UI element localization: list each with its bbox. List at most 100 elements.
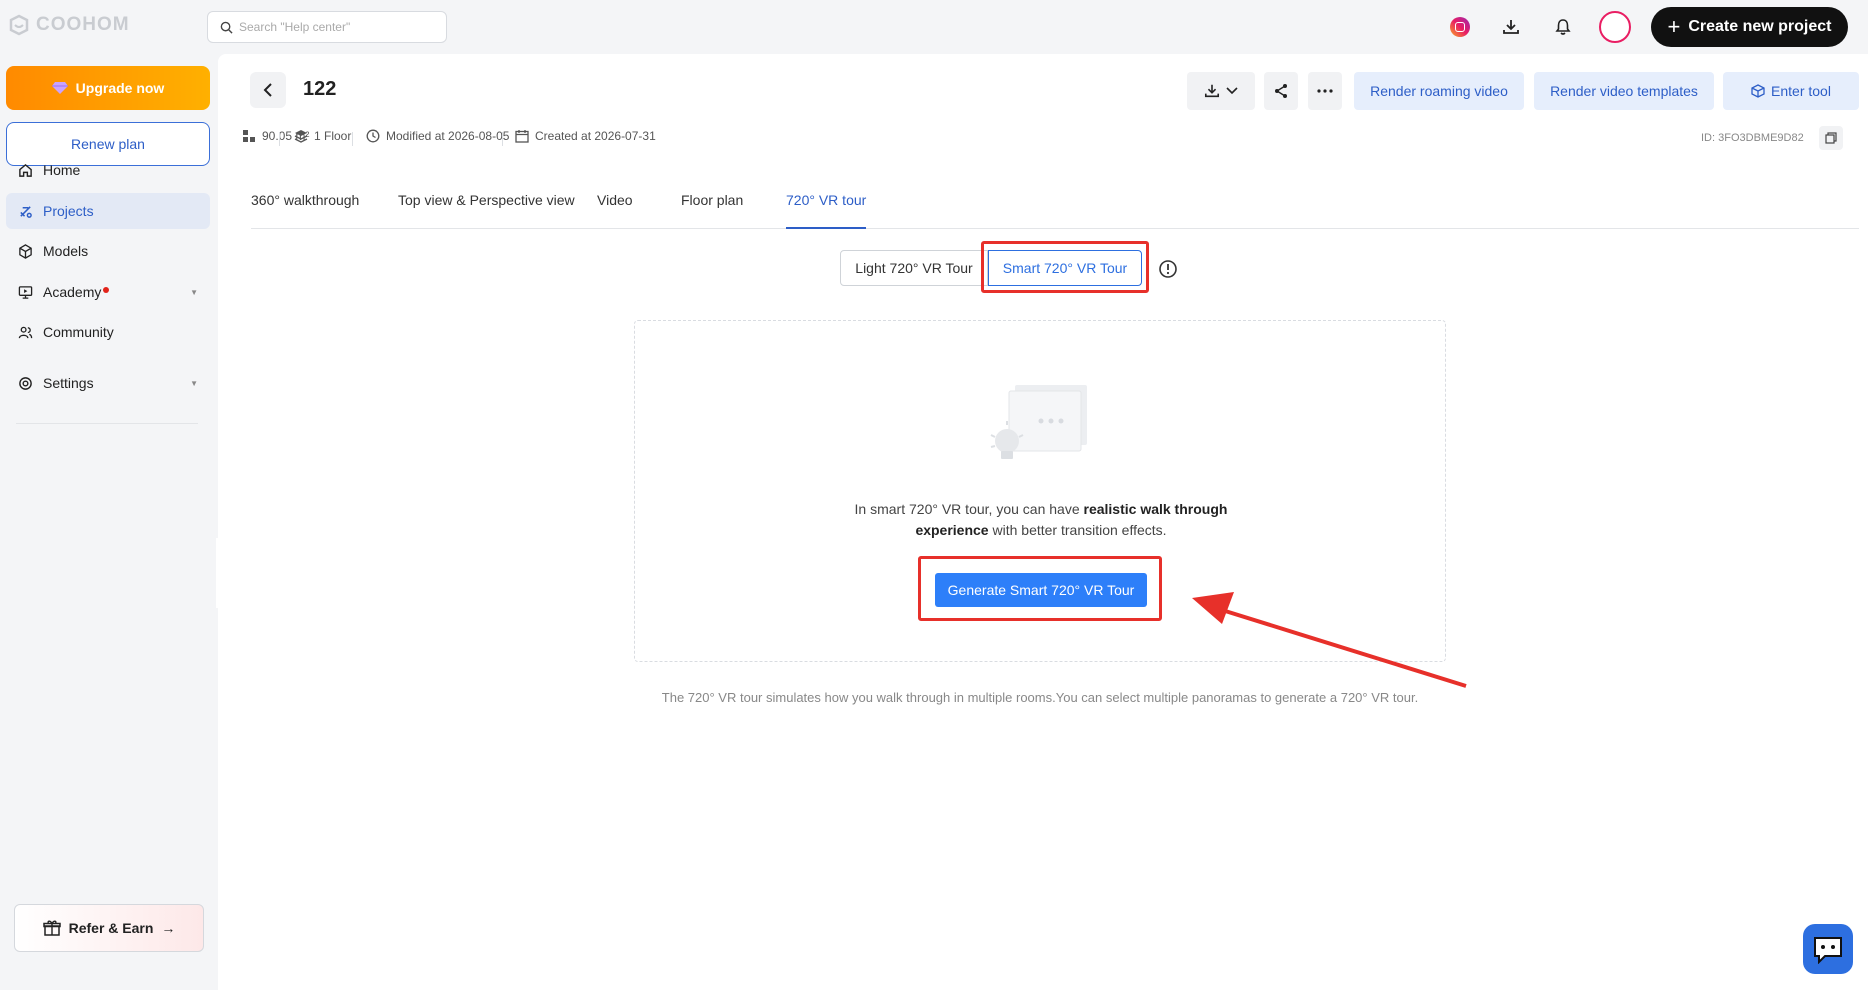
meta-separator — [502, 132, 503, 146]
copy-icon — [1825, 132, 1837, 144]
meta-modified: Modified at 2026-08-05 — [366, 129, 509, 143]
layers-icon — [294, 130, 308, 143]
render-video-templates-label: Render video templates — [1550, 83, 1698, 99]
more-icon — [1317, 89, 1333, 93]
vr-tour-footnote: The 720° VR tour simulates how you walk … — [661, 690, 1419, 705]
view-tabs: 360° walkthrough Top view & Perspective … — [251, 174, 1859, 229]
instagram-icon[interactable] — [1447, 14, 1473, 40]
people-icon — [18, 326, 33, 338]
tab-floor-plan[interactable]: Floor plan — [681, 192, 743, 229]
upgrade-now-button[interactable]: Upgrade now — [6, 66, 210, 110]
meta-separator — [352, 132, 353, 146]
gear-icon — [19, 376, 32, 390]
tab-360-walkthrough[interactable]: 360° walkthrough — [251, 192, 359, 229]
diamond-icon — [51, 82, 68, 94]
enter-tool-button[interactable]: Enter tool — [1723, 72, 1859, 110]
cube-tool-icon — [1751, 84, 1765, 98]
chevron-down-icon — [1226, 87, 1238, 95]
more-options-button[interactable] — [1308, 72, 1342, 110]
render-video-templates-button[interactable]: Render video templates — [1534, 72, 1714, 110]
lightbulb-illustration-icon — [990, 385, 1087, 459]
area-icon — [243, 130, 255, 142]
light-vr-tour-label: Light 720° VR Tour — [855, 260, 973, 276]
tab-video[interactable]: Video — [597, 192, 633, 229]
chat-support-button[interactable] — [1803, 924, 1853, 974]
monitor-icon — [18, 285, 33, 299]
info-icon[interactable] — [1158, 259, 1178, 279]
refer-and-earn-label: Refer & Earn — [68, 920, 154, 936]
sidebar-item-label: Models — [43, 243, 89, 259]
sidebar-item-label: Community — [43, 324, 114, 340]
home-icon — [19, 163, 32, 177]
chevron-left-icon — [263, 83, 272, 97]
generate-smart-vr-tour-label: Generate Smart 720° VR Tour — [947, 582, 1135, 598]
back-button[interactable] — [250, 72, 286, 108]
render-roaming-video-label: Render roaming video — [1370, 83, 1508, 99]
search-box[interactable] — [207, 11, 447, 43]
sidebar-item-label: Projects — [43, 203, 94, 219]
sidebar-item-home[interactable]: Home — [6, 152, 210, 188]
notification-dot — [103, 287, 110, 293]
sidebar-item-label: Settings — [43, 375, 94, 391]
top-bar: COOHOM + Create new project — [0, 0, 1868, 54]
sidebar-item-label: Home — [43, 162, 81, 178]
chat-icon — [1814, 937, 1842, 964]
bell-icon[interactable] — [1550, 14, 1576, 40]
sidebar-item-projects[interactable]: Projects — [6, 193, 210, 229]
caret-down-icon: ▼ — [190, 378, 198, 388]
meta-created: Created at 2026-07-31 — [515, 129, 656, 143]
share-button[interactable] — [1264, 72, 1298, 110]
sidebar-item-community[interactable]: Community — [6, 314, 210, 350]
sidebar-item-label: Academy — [43, 284, 102, 300]
clock-icon — [366, 129, 380, 143]
meta-separator — [279, 132, 280, 146]
gift-icon — [42, 920, 61, 936]
project-title: 122 — [303, 78, 337, 100]
vr-tour-description: In smart 720° VR tour, you can have real… — [835, 499, 1247, 541]
search-input[interactable] — [239, 20, 439, 34]
render-roaming-video-button[interactable]: Render roaming video — [1354, 72, 1524, 110]
renew-plan-label: Renew plan — [71, 136, 145, 152]
tab-top-view-perspective[interactable]: Top view & Perspective view — [398, 192, 575, 229]
upgrade-now-label: Upgrade now — [75, 80, 165, 96]
projects-icon — [20, 205, 32, 218]
smart-vr-tour-label: Smart 720° VR Tour — [1002, 260, 1128, 276]
project-id: ID: 3FO3DBME9D82 — [1701, 132, 1804, 144]
sidebar-divider — [16, 423, 198, 424]
copy-id-button[interactable] — [1819, 126, 1843, 150]
generate-smart-vr-tour-button[interactable]: Generate Smart 720° VR Tour — [935, 573, 1147, 607]
download-icon[interactable] — [1498, 14, 1524, 40]
light-vr-tour-toggle[interactable]: Light 720° VR Tour — [840, 250, 988, 286]
main-panel: 122 Render roaming video Render video te… — [218, 54, 1868, 990]
brand-name: COOHOM — [36, 14, 130, 35]
desc-prefix: In smart 720° VR tour, you can have — [854, 501, 1084, 517]
meta-floors: 1 Floor — [294, 129, 351, 143]
caret-down-icon: ▼ — [190, 287, 198, 297]
download-dropdown-button[interactable] — [1187, 72, 1255, 110]
search-icon — [220, 21, 233, 34]
cube-icon — [19, 243, 32, 259]
refer-and-earn-button[interactable]: Refer & Earn → — [14, 904, 204, 952]
floors-value: 1 Floor — [314, 129, 352, 143]
sidebar-item-models[interactable]: Models — [6, 233, 210, 269]
sidebar: Upgrade now Renew plan Home Projects Mod… — [0, 54, 218, 990]
modified-value: Modified at 2026-08-05 — [386, 129, 510, 143]
coohom-logo-icon — [9, 14, 29, 36]
share-icon — [1275, 84, 1287, 98]
plus-icon: + — [1667, 14, 1681, 39]
created-value: Created at 2026-07-31 — [535, 129, 656, 143]
desc-suffix: with better transition effects. — [988, 522, 1167, 538]
create-new-project-button[interactable]: + Create new project — [1651, 7, 1848, 47]
download-icon — [1204, 84, 1220, 98]
create-new-project-label: Create new project — [1688, 18, 1832, 35]
brand-logo[interactable]: COOHOM — [8, 14, 130, 36]
calendar-icon — [515, 130, 529, 143]
arrow-right-icon: → — [161, 920, 176, 936]
enter-tool-label: Enter tool — [1771, 83, 1831, 99]
sidebar-item-academy[interactable]: Academy ▼ — [6, 274, 210, 310]
tab-720-vr-tour[interactable]: 720° VR tour — [786, 192, 867, 229]
smart-vr-tour-toggle[interactable]: Smart 720° VR Tour — [988, 250, 1142, 286]
user-avatar[interactable] — [1599, 11, 1631, 43]
sidebar-item-settings[interactable]: Settings ▼ — [6, 365, 210, 401]
vr-tour-empty-panel: In smart 720° VR tour, you can have real… — [634, 320, 1446, 662]
